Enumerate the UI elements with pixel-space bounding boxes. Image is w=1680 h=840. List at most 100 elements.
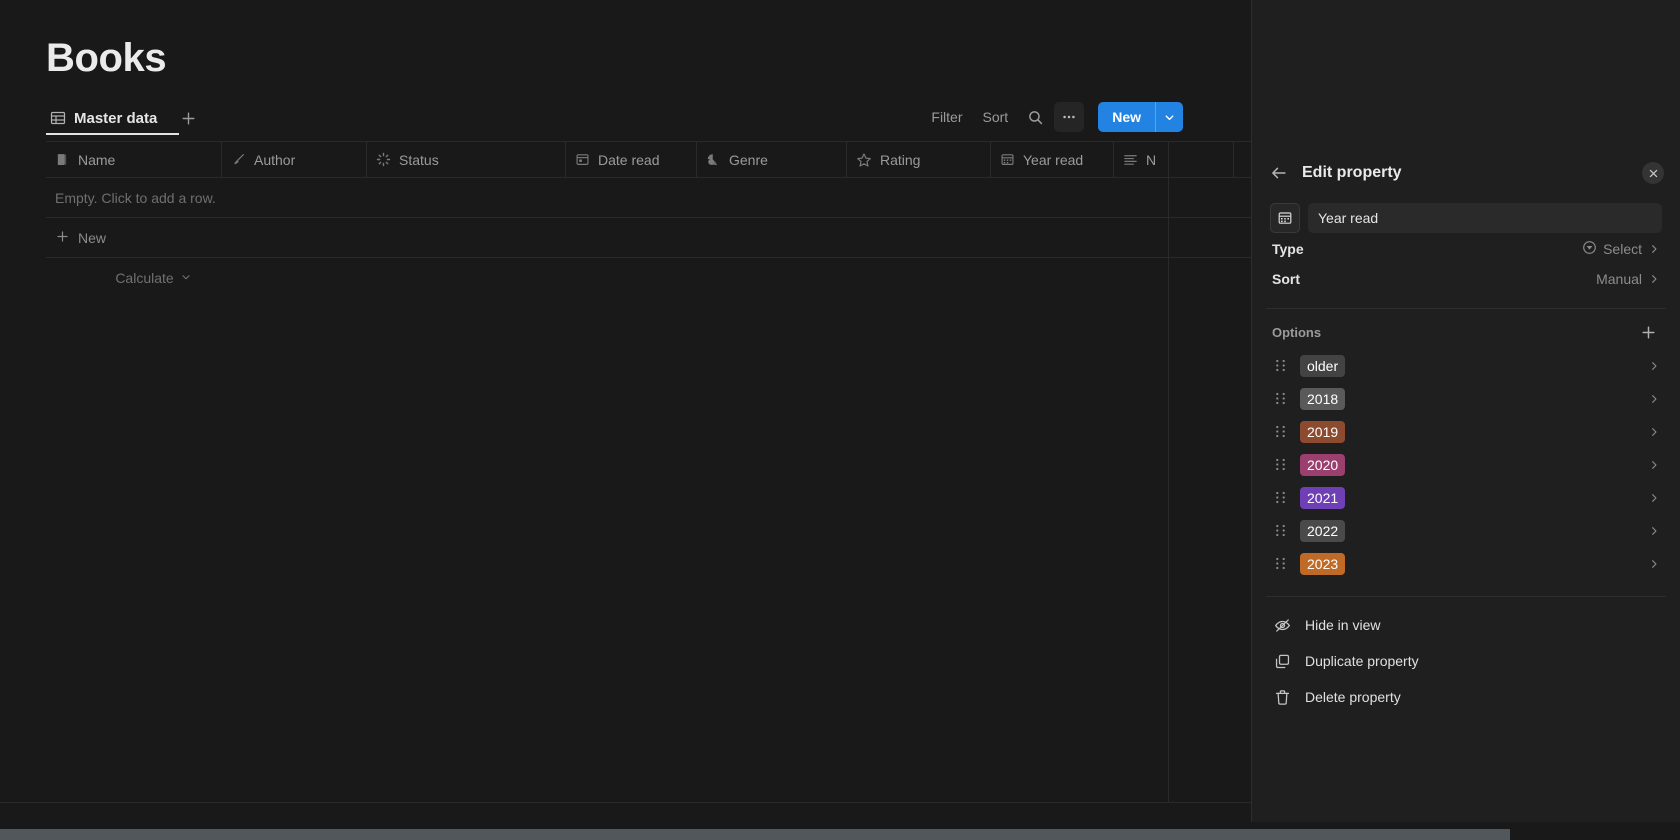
property-type-text: Select <box>1603 241 1642 257</box>
new-row-label: New <box>78 229 107 246</box>
option-row[interactable]: 2018 <box>1266 382 1666 415</box>
drag-handle-icon[interactable] <box>1272 457 1288 472</box>
column-header-year-read[interactable]: Year read <box>991 142 1114 177</box>
chevron-down-icon[interactable] <box>1155 102 1183 132</box>
action-label: Delete property <box>1305 689 1401 705</box>
horizontal-scrollbar-track[interactable] <box>0 828 1680 840</box>
chevron-right-icon[interactable] <box>1648 360 1660 372</box>
option-chip: 2019 <box>1300 420 1346 443</box>
action-label: Hide in view <box>1305 617 1381 633</box>
column-header-status[interactable]: Status <box>367 142 566 177</box>
property-sort-text: Manual <box>1596 271 1642 287</box>
duplicate-icon <box>1274 653 1291 670</box>
drag-handle-icon[interactable] <box>1272 523 1288 538</box>
view-tab-master-data[interactable]: Master data <box>46 106 163 131</box>
search-icon[interactable] <box>1020 102 1050 132</box>
column-header-label: Date read <box>598 151 660 168</box>
panel-divider-2 <box>1266 596 1666 597</box>
panel-divider <box>1266 308 1666 309</box>
column-header-rating[interactable]: Rating <box>847 142 991 177</box>
property-type-row[interactable]: Type Select <box>1266 234 1666 264</box>
options-list: older 2018 2019 2020 2021 2022 2023 <box>1252 349 1680 580</box>
plus-icon[interactable] <box>1636 320 1660 344</box>
new-button[interactable]: New <box>1098 102 1155 132</box>
table-header-row: Name Author Status Date read Genre Ratin… <box>46 141 1251 178</box>
property-type-label: Type <box>1272 241 1304 257</box>
property-sort-row[interactable]: Sort Manual <box>1266 264 1666 294</box>
option-row[interactable]: 2023 <box>1266 547 1666 580</box>
option-chip: older <box>1300 354 1346 377</box>
calculate-button[interactable]: Calculate <box>46 270 261 286</box>
ellipsis-icon[interactable] <box>1054 102 1085 132</box>
filter-button[interactable]: Filter <box>923 103 970 131</box>
brush-icon <box>231 152 246 167</box>
drag-handle-icon[interactable] <box>1272 391 1288 406</box>
new-row-button[interactable]: New <box>46 218 1251 258</box>
column-divider <box>1168 141 1169 802</box>
chevron-right-icon[interactable] <box>1648 558 1660 570</box>
active-tab-indicator <box>46 133 179 135</box>
chevron-right-icon[interactable] <box>1648 492 1660 504</box>
column-header-label: Name <box>78 151 116 168</box>
panel-header: Edit property <box>1252 150 1680 196</box>
plus-icon <box>55 229 70 247</box>
arrow-left-icon[interactable] <box>1266 160 1292 186</box>
options-label: Options <box>1272 324 1322 340</box>
chevron-down-icon <box>180 270 192 286</box>
column-header-label: Status <box>399 151 439 168</box>
action-delete-property[interactable]: Delete property <box>1266 679 1666 715</box>
calendar-icon[interactable] <box>1270 203 1300 233</box>
panel-title: Edit property <box>1302 164 1402 181</box>
add-view-button[interactable] <box>175 105 201 131</box>
column-header-date-read[interactable]: Date read <box>566 142 697 177</box>
calculate-label: Calculate <box>115 270 174 286</box>
property-name-input[interactable] <box>1308 203 1662 233</box>
options-header: Options <box>1266 315 1666 349</box>
option-chip: 2020 <box>1300 453 1346 476</box>
workspace: Books Master data Filter Sort New Name A… <box>0 0 1251 822</box>
close-icon[interactable] <box>1642 162 1664 184</box>
text-lines-icon <box>1123 152 1138 167</box>
drag-handle-icon[interactable] <box>1272 490 1288 505</box>
chevron-right-icon <box>1648 243 1660 255</box>
option-row[interactable]: 2022 <box>1266 514 1666 547</box>
property-actions: Hide in view Duplicate property Delete pro… <box>1252 607 1680 715</box>
option-row[interactable]: older <box>1266 349 1666 382</box>
drag-handle-icon[interactable] <box>1272 556 1288 571</box>
option-row[interactable]: 2021 <box>1266 481 1666 514</box>
table-toolbar: Filter Sort New <box>923 100 1183 134</box>
chevron-right-icon <box>1648 273 1660 285</box>
column-header-name[interactable]: Name <box>46 142 222 177</box>
new-button-group: New <box>1098 102 1183 132</box>
genre-icon <box>706 152 721 167</box>
column-header-genre[interactable]: Genre <box>697 142 847 177</box>
trash-icon <box>1274 689 1291 706</box>
option-chip: 2022 <box>1300 519 1346 542</box>
sort-button[interactable]: Sort <box>975 103 1017 131</box>
chevron-right-icon[interactable] <box>1648 525 1660 537</box>
column-header-notes[interactable]: N <box>1114 142 1234 177</box>
property-sort-value: Manual <box>1596 271 1660 287</box>
column-header-label: Rating <box>880 151 921 168</box>
option-row[interactable]: 2019 <box>1266 415 1666 448</box>
property-name-row <box>1252 202 1680 234</box>
date-icon <box>575 152 590 167</box>
chevron-right-icon[interactable] <box>1648 426 1660 438</box>
column-header-author[interactable]: Author <box>222 142 367 177</box>
option-row[interactable]: 2020 <box>1266 448 1666 481</box>
action-duplicate-property[interactable]: Duplicate property <box>1266 643 1666 679</box>
edit-property-panel: Edit property Type <box>1251 0 1680 822</box>
drag-handle-icon[interactable] <box>1272 424 1288 439</box>
eye-off-icon <box>1274 617 1291 634</box>
chevron-right-icon[interactable] <box>1648 393 1660 405</box>
action-hide-in-view[interactable]: Hide in view <box>1266 607 1666 643</box>
horizontal-scrollbar-thumb[interactable] <box>0 829 1510 840</box>
property-type-value: Select <box>1582 240 1660 258</box>
data-table: Name Author Status Date read Genre Ratin… <box>46 141 1251 298</box>
drag-handle-icon[interactable] <box>1272 358 1288 373</box>
empty-state-row[interactable]: Empty. Click to add a row. <box>46 178 1251 218</box>
chevron-right-icon[interactable] <box>1648 459 1660 471</box>
star-icon <box>856 152 872 168</box>
calendar-icon <box>1000 152 1015 167</box>
select-circle-icon <box>1582 240 1597 258</box>
